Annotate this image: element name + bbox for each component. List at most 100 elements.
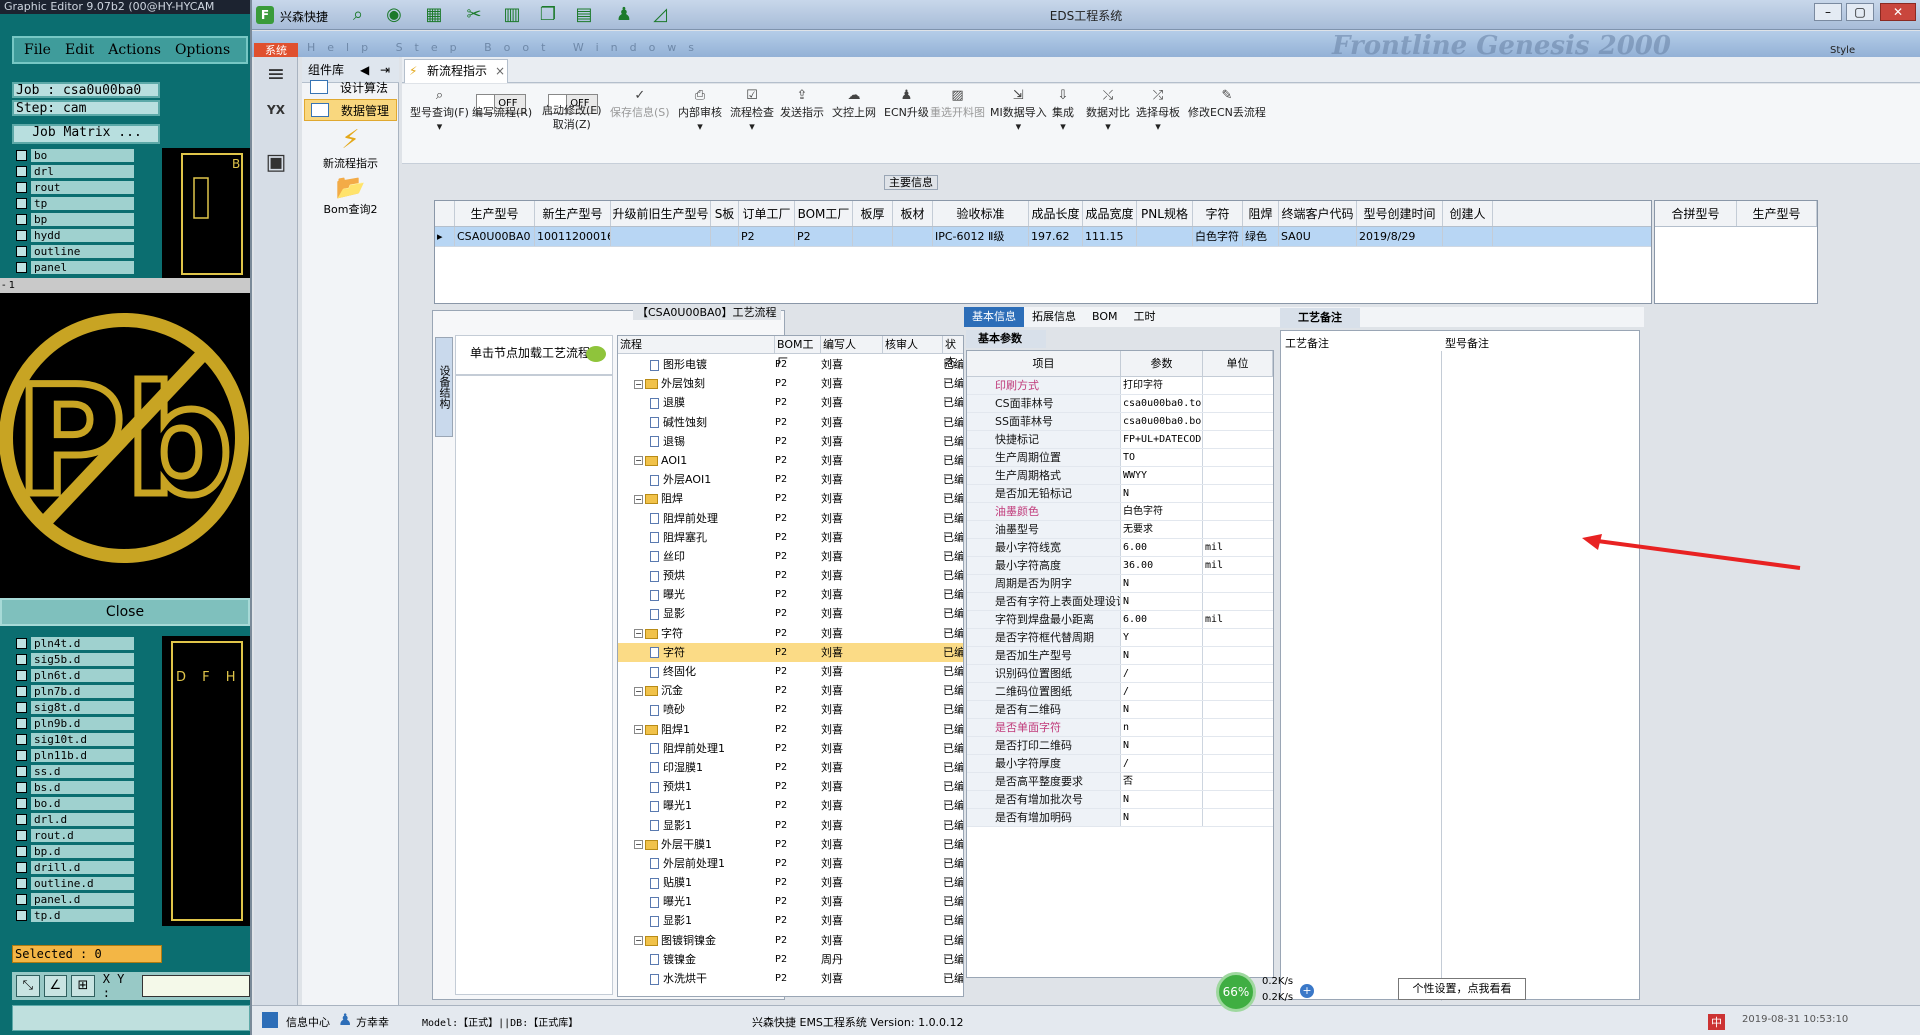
tree-row[interactable]: 预烘1 P2 刘喜 已编号 bbox=[618, 777, 963, 796]
param-value[interactable]: FP+UL+DATECODE bbox=[1121, 431, 1203, 448]
layer-row[interactable]: bo bbox=[12, 148, 134, 163]
layer-checkbox[interactable] bbox=[16, 686, 27, 697]
param-value[interactable]: N bbox=[1121, 791, 1203, 808]
equipment-structure-tab[interactable]: 设备结构 bbox=[435, 337, 453, 437]
column-header[interactable]: 生产型号 bbox=[1737, 201, 1817, 226]
layer-checkbox[interactable] bbox=[16, 654, 27, 665]
tree-row[interactable]: 镀镍金 P2 周丹 已编号 bbox=[618, 950, 963, 969]
param-value[interactable]: WWYY bbox=[1121, 467, 1203, 484]
tree-row[interactable]: 显影 P2 刘喜 已编号 bbox=[618, 604, 963, 623]
xy-input[interactable] bbox=[142, 975, 250, 997]
param-row[interactable]: 是否有二维码 N bbox=[967, 701, 1273, 719]
tree-row[interactable]: 外层前处理1 P2 刘喜 已编号 bbox=[618, 854, 963, 873]
param-row[interactable]: 字符到焊盘最小距离 6.00 mil bbox=[967, 611, 1273, 629]
layer-checkbox[interactable] bbox=[16, 878, 27, 889]
param-value[interactable]: csa0u00ba0.to bbox=[1121, 395, 1203, 412]
tab-new-flow[interactable]: ⚡ 新流程指示 × bbox=[404, 59, 508, 83]
layer-checkbox[interactable] bbox=[16, 230, 27, 241]
layer-row[interactable]: panel.d bbox=[12, 892, 134, 907]
tree-row[interactable]: 退锡 P2 刘喜 已编号 bbox=[618, 432, 963, 451]
param-value[interactable]: N bbox=[1121, 593, 1203, 610]
param-row[interactable]: 是否单面字符 n bbox=[967, 719, 1273, 737]
collapse-toggle-icon[interactable]: − bbox=[634, 725, 643, 735]
layer-checkbox[interactable] bbox=[16, 798, 27, 809]
layer-row[interactable]: hydd bbox=[12, 228, 134, 243]
tree-row[interactable]: − 阻焊1 P2 刘喜 已编号 bbox=[618, 720, 963, 739]
tree-row[interactable]: 图形电镀 P2 刘喜 已编号 bbox=[618, 355, 963, 374]
param-value[interactable]: N bbox=[1121, 485, 1203, 502]
calculator-icon[interactable]: ▣ bbox=[260, 149, 292, 177]
param-row[interactable]: 是否有增加明码 N bbox=[967, 809, 1273, 827]
layer-row[interactable]: pln4t.d bbox=[12, 636, 134, 651]
new-flow-shortcut[interactable]: ⚡ 新流程指示 bbox=[302, 125, 399, 171]
collapse-toggle-icon[interactable]: − bbox=[634, 629, 643, 639]
param-row[interactable]: 是否加无铅标记 N bbox=[967, 485, 1273, 503]
param-row[interactable]: 最小字符线宽 6.00 mil bbox=[967, 539, 1273, 557]
param-value[interactable]: N bbox=[1121, 809, 1203, 826]
param-row[interactable]: 二维码位置图纸 / bbox=[967, 683, 1273, 701]
column-header[interactable]: 升级前旧生产型号 bbox=[611, 201, 711, 226]
tree-row[interactable]: 曝光1 P2 刘喜 已编号 bbox=[618, 892, 963, 911]
param-value[interactable]: 无要求 bbox=[1121, 521, 1203, 538]
tree-row[interactable]: − 外层干膜1 P2 刘喜 已编号 bbox=[618, 835, 963, 854]
column-header[interactable]: 合拼型号 bbox=[1655, 201, 1737, 226]
tree-row[interactable]: 阻焊前处理1 P2 刘喜 已编号 bbox=[618, 739, 963, 758]
column-header[interactable]: PNL规格 bbox=[1137, 201, 1193, 226]
window-close-button[interactable]: ✕ bbox=[1880, 3, 1916, 21]
model-query-button[interactable]: ⌕ 型号查询(F) ▾ bbox=[410, 88, 469, 133]
param-value[interactable]: 打印字符 bbox=[1121, 377, 1203, 394]
tab-bom[interactable]: BOM bbox=[1084, 307, 1126, 327]
layer-row[interactable]: outline bbox=[12, 244, 134, 259]
tree-row[interactable]: − 字符 P2 刘喜 已编号 bbox=[618, 624, 963, 643]
param-row[interactable]: SS面菲林号 csa0u00ba0.bo bbox=[967, 413, 1273, 431]
column-header[interactable]: 编写人 bbox=[821, 336, 883, 353]
layer-checkbox[interactable] bbox=[16, 670, 27, 681]
layer-checkbox[interactable] bbox=[16, 814, 27, 825]
tab-basic-info[interactable]: 基本信息 bbox=[964, 307, 1024, 327]
layer-checkbox[interactable] bbox=[16, 718, 27, 729]
tree-row[interactable]: 曝光 P2 刘喜 已编号 bbox=[618, 585, 963, 604]
layer-checkbox[interactable] bbox=[16, 246, 27, 257]
layer-row[interactable]: tp.d bbox=[12, 908, 134, 923]
basic-params-tab[interactable]: 基本参数 bbox=[966, 330, 1046, 348]
param-row[interactable]: 识别码位置图纸 / bbox=[967, 665, 1273, 683]
info-center[interactable]: 信息中心 bbox=[286, 1014, 330, 1030]
tree-row[interactable]: 退膜 P2 刘喜 已编号 bbox=[618, 393, 963, 412]
layer-row[interactable]: bp bbox=[12, 212, 134, 227]
tree-row[interactable]: 外层AOI1 P2 刘喜 已编号 bbox=[618, 470, 963, 489]
param-value[interactable]: 否 bbox=[1121, 773, 1203, 790]
layer-checkbox[interactable] bbox=[16, 910, 27, 921]
tree-row[interactable]: 贴膜1 P2 刘喜 已编号 bbox=[618, 873, 963, 892]
column-header[interactable]: 生产型号 bbox=[455, 201, 535, 226]
param-value[interactable]: N bbox=[1121, 647, 1203, 664]
param-row[interactable]: CS面菲林号 csa0u00ba0.to bbox=[967, 395, 1273, 413]
reselect-image-button[interactable]: ▨ 重选开料图 bbox=[930, 88, 985, 120]
param-value[interactable]: / bbox=[1121, 755, 1203, 772]
param-value[interactable]: 白色字符 bbox=[1121, 503, 1203, 520]
param-value[interactable]: 6.00 bbox=[1121, 539, 1203, 556]
param-value[interactable]: N bbox=[1121, 575, 1203, 592]
layer-checkbox[interactable] bbox=[16, 638, 27, 649]
layer-checkbox[interactable] bbox=[16, 214, 27, 225]
layer-row[interactable]: pln7b.d bbox=[12, 684, 134, 699]
layer-row[interactable]: drill.d bbox=[12, 860, 134, 875]
layer-row[interactable]: sig5b.d bbox=[12, 652, 134, 667]
column-header[interactable]: 终端客户代码 bbox=[1279, 201, 1357, 226]
table-row[interactable]: ▸CSA0U00BA010011200016952 P2P2 IPC-6012 Ⅱ级… bbox=[435, 227, 1651, 247]
column-header[interactable]: S板 bbox=[711, 201, 739, 226]
layer-row[interactable]: tp bbox=[12, 196, 134, 211]
param-value[interactable]: N bbox=[1121, 737, 1203, 754]
internal-review-button[interactable]: ⎙ 内部审核 ▾ bbox=[678, 88, 722, 133]
param-value[interactable]: N bbox=[1121, 701, 1203, 718]
layer-checkbox[interactable] bbox=[16, 166, 27, 177]
column-header[interactable]: BOM工厂 bbox=[775, 336, 821, 369]
style-menu[interactable]: Style bbox=[1830, 45, 1855, 56]
choose-template-button[interactable]: ⤮ 选择母板 ▾ bbox=[1136, 88, 1180, 133]
layer-row[interactable]: panel bbox=[12, 260, 134, 275]
data-compare-button[interactable]: ⤯ 数据对比 ▾ bbox=[1086, 88, 1130, 133]
close-tab-icon[interactable]: × bbox=[495, 60, 505, 82]
maximize-button[interactable]: ▢ bbox=[1846, 3, 1874, 21]
layer-checkbox[interactable] bbox=[16, 782, 27, 793]
tree-row[interactable]: 预烘 P2 刘喜 已编号 bbox=[618, 566, 963, 585]
job-matrix-button[interactable]: Job Matrix ... bbox=[12, 124, 160, 144]
